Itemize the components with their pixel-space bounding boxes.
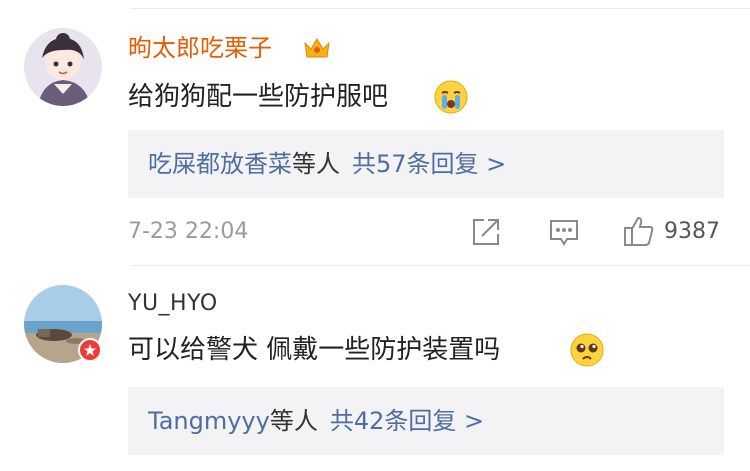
replies-summary[interactable]: Tangmyyy等人 共42条回复 >: [128, 387, 724, 455]
reply-suffix: 等人: [269, 407, 318, 435]
thumbs-up-icon[interactable]: [622, 214, 656, 248]
reply-user-names[interactable]: 吃屎都放香菜: [148, 150, 292, 178]
weibo-badge-icon: [78, 338, 102, 362]
reply-suffix: 等人: [292, 150, 340, 178]
user-avatar[interactable]: [24, 28, 102, 106]
username[interactable]: YU_HYO: [128, 289, 218, 319]
crown-icon: [303, 35, 331, 61]
username[interactable]: 昫太郎吃栗子: [128, 33, 272, 63]
share-icon[interactable]: [470, 216, 502, 248]
crying-emoji-icon: [434, 80, 468, 114]
comment-text: 可以给警犬 佩戴一些防护装置吗: [128, 335, 501, 365]
like-count: 9387: [664, 219, 720, 244]
comment-text: 给狗狗配一些防护服吧: [128, 82, 389, 112]
reply-count-link[interactable]: 共42条回复 >: [330, 407, 484, 435]
replies-summary[interactable]: 吃屎都放香菜等人 共57条回复 >: [128, 130, 724, 198]
pleading-emoji-icon: [570, 333, 604, 367]
reply-count-link[interactable]: 共57条回复 >: [352, 150, 506, 178]
comment-timestamp: 7-23 22:04: [128, 219, 249, 244]
comment-icon[interactable]: [548, 218, 580, 248]
reply-user-names[interactable]: Tangmyyy: [148, 407, 270, 435]
top-divider: [130, 8, 750, 9]
comment-divider: [130, 265, 750, 266]
